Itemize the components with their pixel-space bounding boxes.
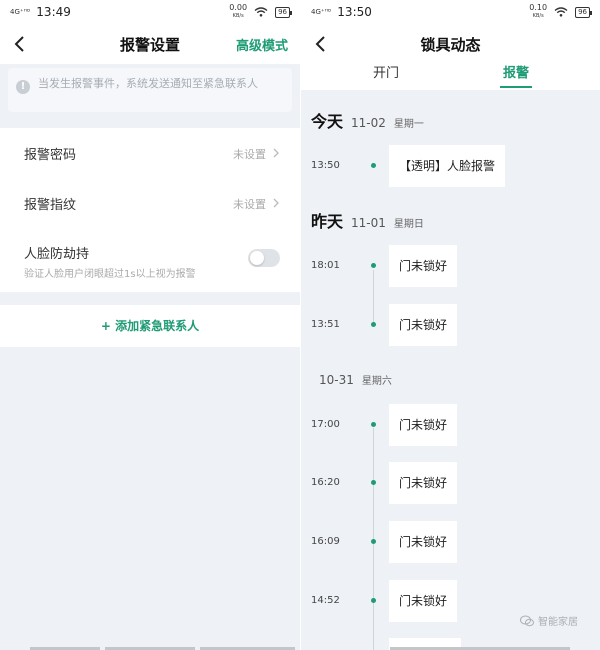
wifi-icon [554, 7, 568, 17]
event-card[interactable]: 门未锁好 [389, 580, 458, 622]
toggle-knob [250, 251, 264, 265]
info-icon: ! [16, 80, 30, 94]
net-speed: 0.00 KB/s [229, 3, 248, 20]
day-weekday: 星期日 [393, 219, 424, 230]
timeline-dot [371, 480, 376, 485]
wechat-icon [520, 615, 534, 626]
event-time: 16:20 [311, 477, 340, 488]
notice-text: 当发生报警事件，系统发送通知至紧急联系人 [38, 77, 258, 90]
lock-activity-screen: 4G⁺ᴴᴰ 13:50 0.10 KB/s 96 锁具动态 开门 报警 今天 1… [301, 0, 600, 650]
tab-bar: 开门 报警 [301, 58, 600, 90]
settings-card: 报警密码 未设置 报警指纹 未设置 人脸防劫持 验证人脸用户闭眼超过1s以上视为… [0, 128, 300, 292]
status-time: 13:50 [337, 5, 372, 19]
day-date: 11-01 [351, 216, 386, 230]
event-time: 16:09 [311, 536, 340, 547]
tab-alarm[interactable]: 报警 [503, 62, 529, 81]
timeline-dot [371, 263, 376, 268]
nav-bar: 报警设置 高级模式 [0, 24, 300, 64]
day-weekday: 星期六 [361, 376, 392, 387]
alarm-password-value: 未设置 [233, 148, 266, 161]
battery-icon: 96 [275, 6, 292, 18]
alarm-settings-screen: 4G⁺ᴴᴰ 13:49 0.00 KB/s 96 报警设置 高级模式 ! 当发生报… [0, 0, 300, 650]
timeline-dot [371, 539, 376, 544]
day-header-1031: 10-31 星期六 [319, 372, 392, 387]
alarm-password-label: 报警密码 [24, 148, 77, 163]
day-header-yesterday: 昨天 11-01 星期日 [311, 208, 424, 232]
alarm-fingerprint-label: 报警指纹 [24, 198, 77, 213]
chevron-right-icon [273, 148, 279, 158]
event-card[interactable]: 门未锁好 [389, 404, 458, 446]
watermark: 智能家居 [520, 613, 578, 628]
chevron-right-icon [273, 198, 279, 208]
event-card[interactable]: 门未锁好 [389, 462, 458, 504]
info-notice: ! 当发生报警事件，系统发送通知至紧急联系人 [8, 68, 292, 112]
nav-bar: 锁具动态 [301, 24, 600, 58]
watermark-text: 智能家居 [538, 617, 578, 628]
net-speed: 0.10 KB/s [529, 3, 548, 20]
active-tab-indicator [500, 86, 532, 88]
alarm-fingerprint-value: 未设置 [233, 198, 266, 211]
face-anti-hijack-toggle[interactable] [248, 249, 280, 267]
advanced-mode-button[interactable]: 高级模式 [236, 35, 288, 54]
day-date: 10-31 [319, 373, 354, 387]
alarm-fingerprint-row[interactable]: 报警指纹 未设置 [0, 178, 300, 228]
event-time: 14:52 [311, 595, 340, 606]
tab-unlock[interactable]: 开门 [373, 62, 399, 81]
status-bar: 4G⁺ᴴᴰ 13:49 0.00 KB/s 96 [0, 0, 300, 24]
event-time: 17:00 [311, 419, 340, 430]
status-time: 13:49 [36, 5, 71, 19]
day-weekday: 星期一 [393, 119, 424, 130]
wifi-icon [254, 7, 268, 17]
event-card[interactable]: 门未锁好 [389, 245, 458, 287]
day-name: 昨天 [311, 212, 344, 231]
add-emergency-contact-button[interactable]: + 添加紧急联系人 [0, 305, 300, 347]
day-date: 11-02 [351, 116, 386, 130]
face-anti-hijack-label: 人脸防劫持 [24, 247, 90, 262]
event-time: 13:50 [311, 160, 340, 171]
alarm-password-row[interactable]: 报警密码 未设置 [0, 128, 300, 178]
timeline-dot [371, 163, 376, 168]
timeline-line [373, 270, 374, 324]
event-card[interactable]: 门未锁好 [389, 521, 458, 563]
day-header-today: 今天 11-02 星期一 [311, 108, 424, 132]
event-time: 18:01 [311, 260, 340, 271]
event-time: 13:51 [311, 319, 340, 330]
event-card[interactable]: 门未锁好 [389, 304, 458, 346]
page-title: 锁具动态 [420, 36, 481, 54]
event-card[interactable]: 【透明】人脸报警 [389, 145, 506, 187]
signal-indicator: 4G⁺ᴴᴰ [10, 7, 31, 16]
day-name: 今天 [311, 112, 344, 131]
face-anti-hijack-description: 验证人脸用户闭眼超过1s以上视为报警 [24, 269, 196, 280]
battery-icon: 96 [575, 6, 592, 18]
timeline-dot [371, 598, 376, 603]
signal-indicator: 4G⁺ᴴᴰ [311, 7, 332, 16]
timeline-dot [371, 422, 376, 427]
timeline-dot [371, 322, 376, 327]
status-bar: 4G⁺ᴴᴰ 13:50 0.10 KB/s 96 [301, 0, 600, 24]
